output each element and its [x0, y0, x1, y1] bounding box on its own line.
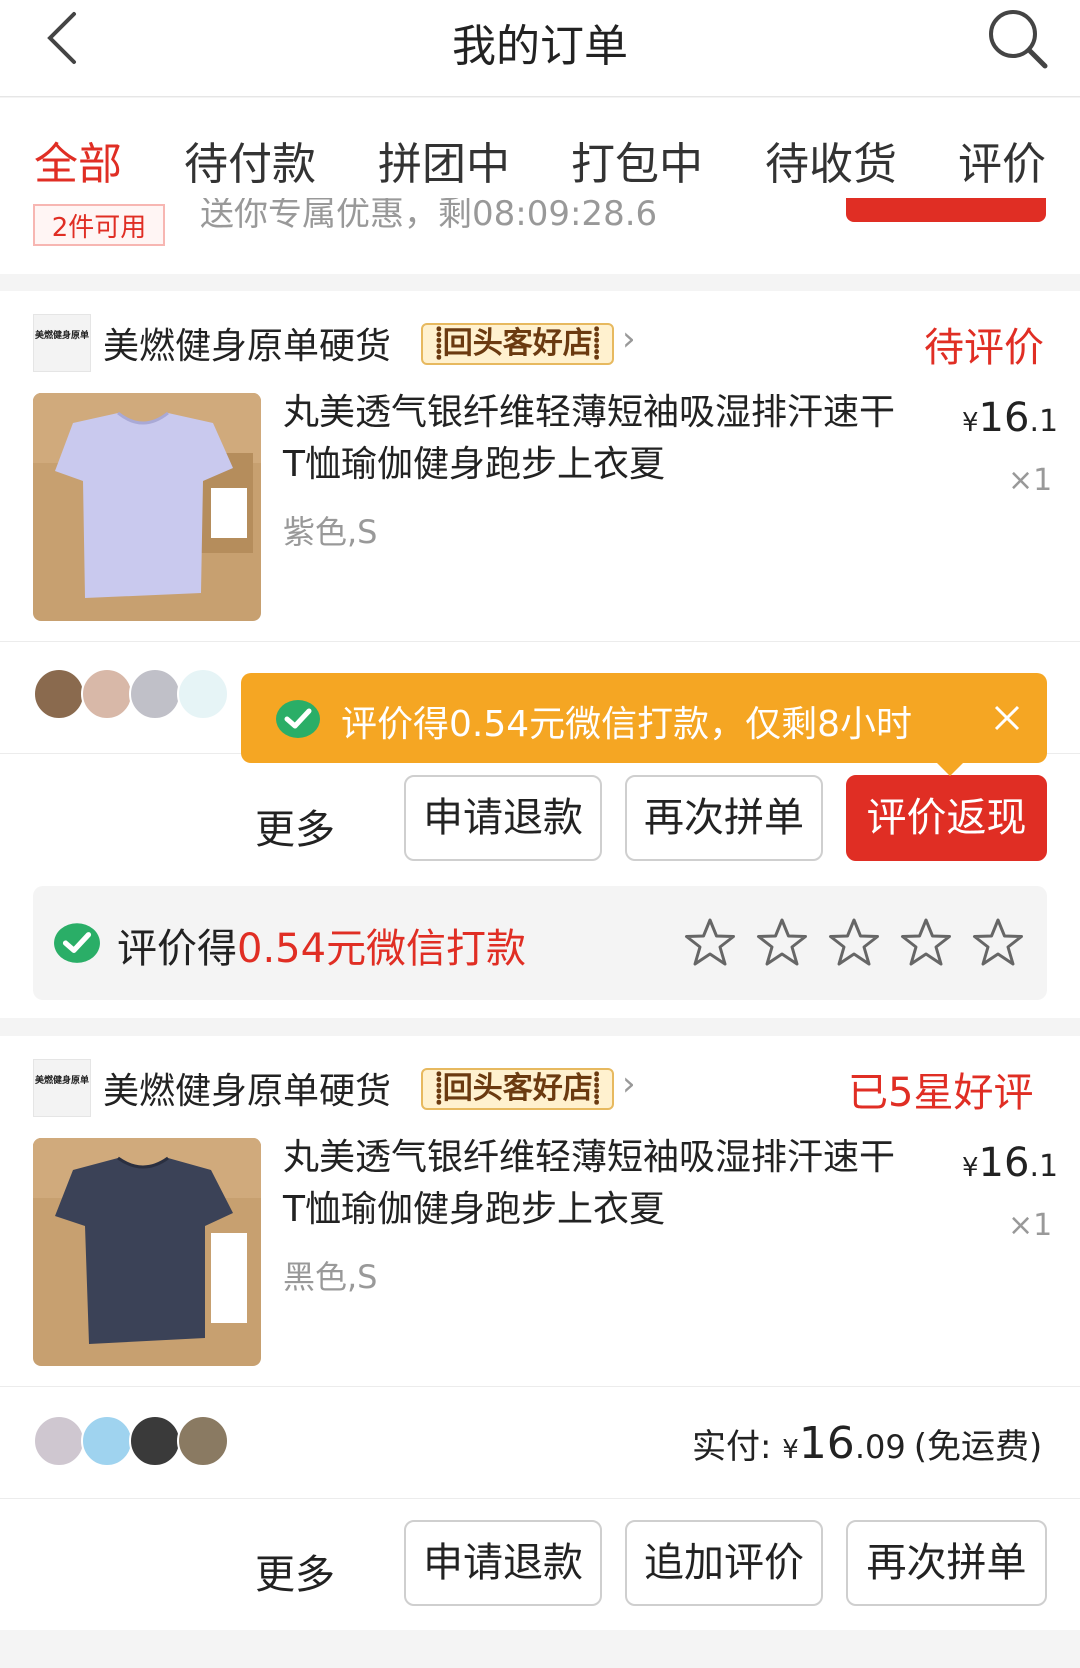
divider: [0, 1386, 1080, 1387]
tab-pending-payment[interactable]: 待付款: [184, 128, 316, 192]
review-cashback-button[interactable]: 评价返现: [846, 775, 1047, 861]
tab-review[interactable]: 评价: [958, 128, 1046, 192]
product-title[interactable]: 丸美透气银纤维轻薄短袖吸湿排汗速干T恤瑜伽健身跑步上衣夏: [283, 1132, 903, 1236]
wechat-check-icon: [54, 923, 100, 963]
tab-group-buying[interactable]: 拼团中: [378, 128, 510, 192]
star-icon[interactable]: [900, 917, 952, 969]
chevron-right-icon[interactable]: ›: [622, 319, 636, 359]
buy-again-button[interactable]: 再次拼单: [625, 775, 823, 861]
product-quantity: ×1: [1008, 1208, 1053, 1243]
avatar: [81, 1415, 133, 1467]
product-image[interactable]: [33, 1138, 261, 1366]
quick-rating-box: 评价得0.54元微信打款: [33, 886, 1047, 1000]
avatar: [33, 1415, 85, 1467]
avatar: [177, 1415, 229, 1467]
rating-reward-text: 评价得0.54元微信打款: [117, 926, 527, 972]
order-status: 已5星好评: [848, 1070, 1034, 1116]
avatar: [129, 1415, 181, 1467]
request-refund-button[interactable]: 申请退款: [404, 775, 602, 861]
store-name[interactable]: 美燃健身原单硬货: [103, 1062, 391, 1114]
order-status: 待评价: [924, 325, 1044, 371]
amount-paid: 实付: ¥16.09 (免运费): [692, 1418, 1043, 1469]
chevron-right-icon[interactable]: ›: [622, 1064, 636, 1104]
top-bar: 我的订单: [0, 0, 1080, 97]
product-price: ¥16.1: [962, 395, 1059, 441]
avatar: [129, 668, 181, 720]
badge-label: 回头客好店: [442, 1071, 593, 1106]
product-quantity: ×1: [1008, 463, 1053, 498]
divider: [0, 641, 1080, 642]
order-card: 美燃健身原单 美燃健身原单硬货 ⸽回头客好店⸽ › 已5星好评 丸美透气银纤维轻…: [0, 1036, 1080, 1630]
store-name[interactable]: 美燃健身原单硬货: [103, 317, 391, 369]
repeat-customer-badge: ⸽回头客好店⸽: [421, 323, 615, 365]
product-price: ¥16.1: [962, 1140, 1059, 1186]
page-title: 我的订单: [452, 21, 628, 72]
search-icon[interactable]: [985, 6, 1051, 72]
more-button[interactable]: 更多: [255, 797, 335, 855]
avatar: [177, 668, 229, 720]
review-reward-tooltip[interactable]: 评价得0.54元微信打款，仅剩8小时: [241, 673, 1047, 763]
wechat-check-icon: [276, 700, 320, 738]
tab-pending-receipt[interactable]: 待收货: [765, 128, 897, 192]
badge-label: 回头客好店: [442, 326, 593, 361]
buy-again-button[interactable]: 再次拼单: [846, 1520, 1047, 1606]
avatar: [81, 668, 133, 720]
store-logo[interactable]: 美燃健身原单: [33, 1059, 91, 1117]
store-logo[interactable]: 美燃健身原单: [33, 314, 91, 372]
request-refund-button[interactable]: 申请退款: [404, 1520, 602, 1606]
coupon-countdown-text: 送你专属优惠，剩08:09:28.6: [200, 198, 658, 234]
more-button[interactable]: 更多: [255, 1542, 335, 1600]
repeat-customer-badge: ⸽回头客好店⸽: [421, 1068, 615, 1110]
tab-packing[interactable]: 打包中: [571, 128, 703, 192]
product-spec: 黑色,S: [283, 1258, 378, 1296]
star-icon[interactable]: [684, 917, 736, 969]
divider: [0, 1498, 1080, 1499]
star-icon[interactable]: [756, 917, 808, 969]
star-icon[interactable]: [828, 917, 880, 969]
coupon-count-badge: 2件可用: [33, 204, 165, 246]
tooltip-text: 评价得0.54元微信打款，仅剩8小时: [341, 704, 913, 745]
tooltip-arrow: [936, 762, 964, 776]
order-tabs: 全部 待付款 拼团中 打包中 待收货 评价: [0, 98, 1080, 208]
close-icon[interactable]: [992, 703, 1022, 733]
product-spec: 紫色,S: [283, 513, 378, 551]
product-image[interactable]: [33, 393, 261, 621]
product-title[interactable]: 丸美透气银纤维轻薄短袖吸湿排汗速干T恤瑜伽健身跑步上衣夏: [283, 387, 903, 491]
add-review-button[interactable]: 追加评价: [625, 1520, 823, 1606]
avatar: [33, 668, 85, 720]
tab-all[interactable]: 全部: [34, 128, 122, 192]
coupon-banner[interactable]: 2件可用 送你专属优惠，剩08:09:28.6: [0, 198, 1080, 274]
star-icon[interactable]: [972, 917, 1024, 969]
coupon-use-button[interactable]: [846, 198, 1046, 222]
